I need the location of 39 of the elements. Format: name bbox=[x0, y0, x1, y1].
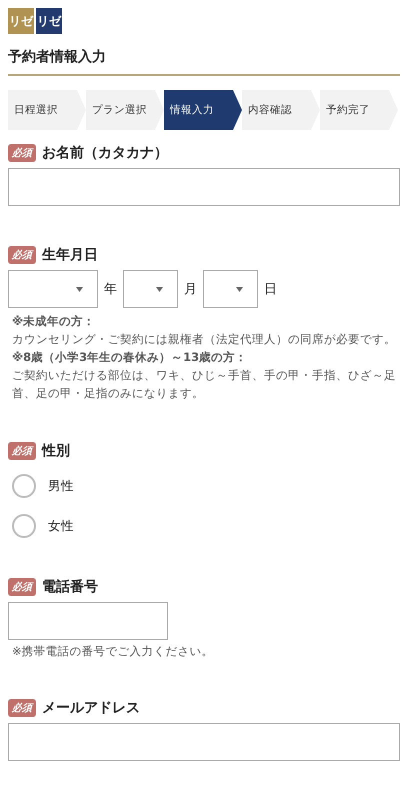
page-title: 予約者情報入力 bbox=[8, 48, 400, 76]
progress-step: プラン選択 bbox=[86, 90, 164, 130]
progress-step: 予約完了 bbox=[320, 90, 398, 130]
field-label: メールアドレス bbox=[42, 699, 140, 717]
option-label: 男性 bbox=[48, 478, 74, 494]
input-field[interactable] bbox=[8, 168, 400, 206]
unit-label: 月 bbox=[184, 281, 197, 298]
option-label: 女性 bbox=[48, 518, 74, 534]
caret-icon bbox=[236, 286, 243, 292]
dropdown[interactable] bbox=[203, 270, 258, 308]
note-text: ※未成年の方： bbox=[12, 313, 96, 330]
required-tag: 必須 bbox=[8, 442, 36, 460]
caret-icon bbox=[76, 286, 83, 292]
progress-step: 日程選択 bbox=[8, 90, 86, 130]
unit-label: 年 bbox=[104, 281, 117, 298]
progress-step: 情報入力 bbox=[164, 90, 242, 130]
input-field[interactable] bbox=[8, 602, 168, 640]
required-tag: 必須 bbox=[8, 699, 36, 717]
dropdown[interactable] bbox=[123, 270, 178, 308]
field-label: 生年月日 bbox=[42, 246, 98, 264]
field-label: 性別 bbox=[42, 442, 70, 460]
note-text: カウンセリング・ご契約には親権者（法定代理人）の同席が必要です。 bbox=[12, 331, 397, 348]
note-text: ※8歳（小学3年生の春休み）～13歳の方： bbox=[12, 349, 248, 366]
hint-text: ※携帯電話の番号でご入力ください。 bbox=[12, 644, 215, 659]
required-tag: 必須 bbox=[8, 578, 36, 596]
field-label: 電話番号 bbox=[42, 578, 98, 596]
field-label: お名前（カタカナ） bbox=[42, 144, 168, 162]
dropdown[interactable] bbox=[8, 270, 98, 308]
required-tag: 必須 bbox=[8, 144, 36, 162]
input-field[interactable] bbox=[8, 723, 400, 761]
required-tag: 必須 bbox=[8, 246, 36, 264]
caret-icon bbox=[156, 286, 163, 292]
logo-tile: リゼ bbox=[36, 8, 62, 34]
progress-step: 内容確認 bbox=[242, 90, 320, 130]
radio-button[interactable] bbox=[12, 474, 36, 498]
note-text: ご契約いただける部位は、ワキ、ひじ～手首、手の甲・手指、ひざ～足首、足の甲・足指のみになります。 bbox=[12, 367, 397, 402]
radio-button[interactable] bbox=[12, 514, 36, 538]
logo-tile: リゼ bbox=[8, 8, 34, 34]
unit-label: 日 bbox=[264, 281, 277, 298]
